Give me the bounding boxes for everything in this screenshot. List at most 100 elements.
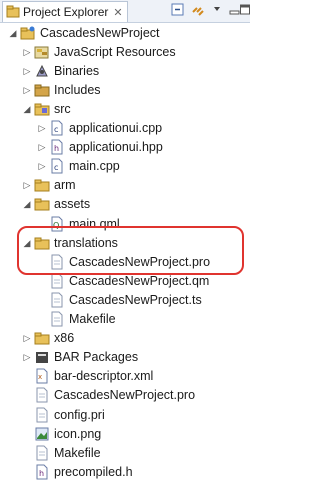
collapse-arrow-icon[interactable]: ◢: [22, 237, 32, 249]
tree-item-label: main.cpp: [69, 159, 120, 174]
tree-item[interactable]: ◢ translations: [22, 233, 118, 252]
expand-arrow-icon[interactable]: ▷: [22, 179, 32, 191]
tree-item-label: CascadesNewProject.pro: [69, 254, 211, 269]
file-icon: [51, 273, 63, 289]
file-icon: [51, 292, 63, 308]
tree-item[interactable]: Makefile: [22, 443, 101, 462]
js-resources-icon: [34, 46, 49, 59]
tree-item-label: arm: [54, 178, 76, 193]
cpp-file-icon: c: [51, 120, 63, 136]
tab-project-explorer[interactable]: Project Explorer ✕: [2, 1, 128, 22]
tree-item[interactable]: ◢ CascadesNewProject: [8, 23, 160, 42]
tree-item-label: CascadesNewProject: [40, 25, 160, 40]
collapse-arrow-icon[interactable]: ◢: [22, 103, 32, 115]
bar-packages-icon: [36, 352, 48, 364]
close-icon[interactable]: ✕: [113, 6, 122, 19]
file-icon: [36, 407, 48, 422]
tree-item[interactable]: ▷ c main.cpp: [37, 157, 120, 176]
tree-item[interactable]: ▷ BAR Packages: [22, 348, 139, 367]
file-icon: [36, 445, 48, 461]
tree-item[interactable]: CascadesNewProject.pro: [22, 386, 195, 405]
tree-item[interactable]: icon.png: [22, 424, 101, 443]
tree-item[interactable]: ▷ arm: [22, 176, 76, 195]
expand-arrow-icon[interactable]: ▷: [22, 84, 32, 96]
image-file-icon: [35, 427, 49, 441]
project-folder-icon: [20, 26, 35, 39]
tree-item-label: Makefile: [54, 445, 101, 460]
expand-arrow-icon[interactable]: ▷: [22, 332, 32, 344]
file-icon: [36, 387, 48, 403]
tree-item[interactable]: ◢ assets: [22, 195, 91, 214]
tree-item[interactable]: ▷ c applicationui.cpp: [37, 119, 162, 138]
expand-arrow-icon[interactable]: ▷: [37, 122, 47, 134]
expand-arrow-icon[interactable]: ▷: [37, 141, 47, 153]
tree-item[interactable]: Makefile: [37, 310, 116, 329]
collapse-arrow-icon[interactable]: ◢: [22, 198, 32, 210]
source-folder-icon: [34, 103, 50, 116]
tree-item-label: Makefile: [69, 312, 116, 326]
tree-item[interactable]: x bar-descriptor.xml: [22, 367, 153, 386]
svg-text:h: h: [39, 469, 44, 478]
svg-text:Q: Q: [53, 221, 59, 230]
folder-icon: [34, 198, 50, 211]
qml-file-icon: Q: [51, 216, 63, 231]
expand-arrow-icon[interactable]: ▷: [37, 160, 47, 172]
header-file-icon: h: [36, 464, 48, 480]
tree-item[interactable]: ▷ Binaries: [22, 61, 100, 80]
tab-title: Project Explorer: [23, 5, 109, 19]
file-icon: [51, 254, 63, 270]
tree-item-label: Includes: [54, 82, 101, 97]
folder-icon: [34, 179, 50, 192]
tree-item-label: CascadesNewProject.qm: [69, 273, 210, 288]
tree-item-label: applicationui.cpp: [69, 121, 163, 135]
tree-item-label: main.qml: [69, 216, 120, 231]
tree-item[interactable]: CascadesNewProject.ts: [37, 290, 202, 309]
expand-arrow-icon[interactable]: ▷: [22, 65, 32, 77]
collapse-arrow-icon[interactable]: ◢: [8, 27, 18, 39]
tree-item[interactable]: ▷ Includes: [22, 80, 101, 99]
tree-item-label: icon.png: [54, 426, 102, 441]
maximize-icon[interactable]: [240, 3, 250, 17]
tree-item-label: applicationui.hpp: [69, 140, 163, 155]
view-tab-bar: Project Explorer ✕: [0, 0, 250, 23]
tree-item[interactable]: ◢ src: [22, 99, 71, 118]
tree-item[interactable]: ▷ h applicationui.hpp: [37, 138, 163, 157]
svg-text:c: c: [54, 163, 58, 172]
tree-item-label: Binaries: [54, 63, 100, 78]
project-explorer-icon: [6, 5, 20, 18]
tree-item[interactable]: h precompiled.h: [22, 462, 133, 481]
tree-item-label: bar-descriptor.xml: [54, 369, 154, 384]
tree-item-label: JavaScript Resources: [54, 44, 176, 59]
cpp-file-icon: c: [51, 158, 63, 174]
svg-text:h: h: [54, 144, 59, 153]
svg-text:x: x: [38, 373, 42, 381]
tree-item[interactable]: CascadesNewProject.pro: [37, 252, 210, 271]
folder-icon: [34, 332, 50, 345]
view-menu-icon[interactable]: [212, 3, 226, 17]
tree-item[interactable]: config.pri: [22, 405, 105, 424]
tree-item-label: x86: [54, 331, 75, 346]
expand-arrow-icon[interactable]: ▷: [22, 46, 32, 58]
expand-arrow-icon[interactable]: ▷: [22, 351, 32, 363]
xml-file-icon: x: [36, 368, 48, 384]
tree-item[interactable]: ▷ x86: [22, 329, 75, 348]
tree-item-label: CascadesNewProject.ts: [69, 292, 202, 307]
tree-item-label: assets: [54, 197, 91, 212]
tree-item-label: config.pri: [54, 407, 105, 422]
tree-item[interactable]: ▷ JavaScript Resources: [22, 42, 176, 61]
collapse-all-icon[interactable]: [171, 3, 185, 17]
header-file-icon: h: [51, 139, 63, 155]
folder-icon: [34, 237, 50, 250]
link-with-editor-icon[interactable]: [191, 3, 205, 17]
tree-item-label: CascadesNewProject.pro: [54, 388, 196, 403]
tree-item[interactable]: CascadesNewProject.qm: [37, 271, 209, 290]
tree-item[interactable]: Qmain.qml: [37, 214, 120, 233]
